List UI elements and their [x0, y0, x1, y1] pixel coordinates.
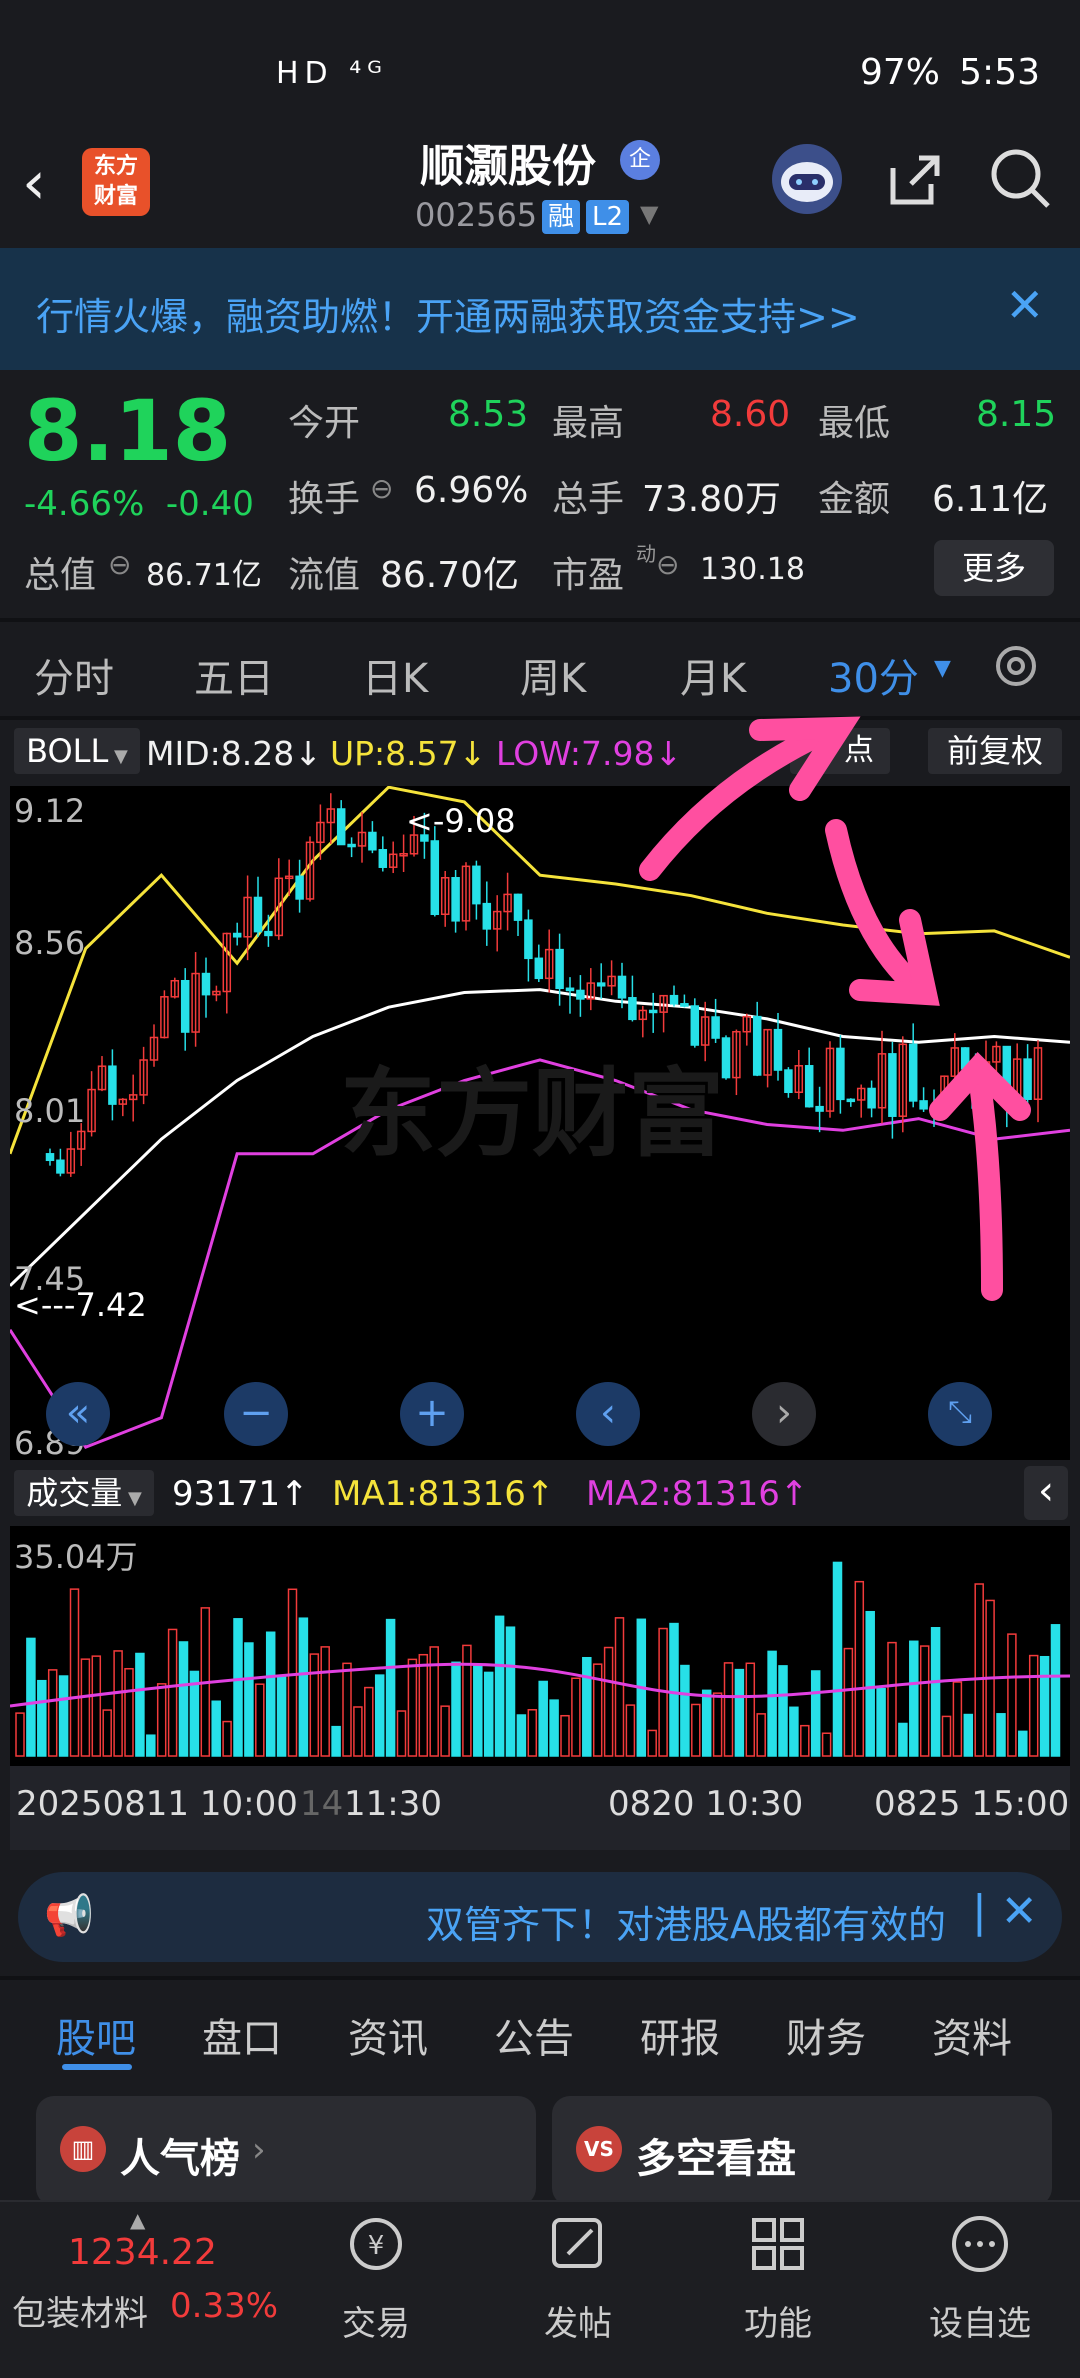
user-annotation-arrows [639, 716, 1031, 1301]
